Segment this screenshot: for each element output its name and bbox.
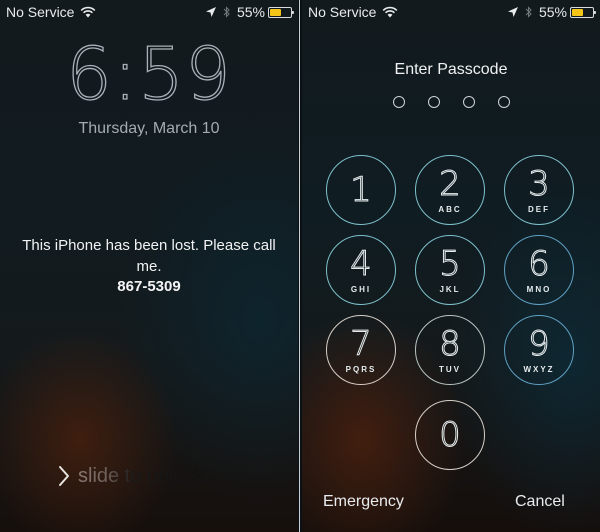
emergency-button[interactable]: Emergency (323, 493, 404, 511)
slide-to-unlock[interactable]: slide to unlock (58, 464, 205, 488)
wifi-icon (383, 6, 398, 18)
key-digit: 1 (350, 170, 373, 210)
key-2[interactable]: 2 ABC (415, 155, 485, 225)
location-arrow-icon (205, 7, 216, 17)
key-letters: DEF (528, 204, 550, 214)
bluetooth-icon (223, 6, 230, 18)
location-arrow-icon (507, 7, 518, 17)
lock-clock: 6:59 (66, 32, 232, 116)
battery-fill (270, 8, 281, 16)
cancel-button[interactable]: Cancel (515, 493, 565, 511)
passcode-dot (462, 96, 475, 108)
key-0[interactable]: 0 (415, 400, 485, 470)
status-bar: No Service 55% (302, 0, 600, 24)
lock-screen: No Service 55% 6:59 Thursday, March 10 T… (0, 0, 298, 532)
battery-fill (572, 8, 583, 16)
key-7[interactable]: 7 PQRS (326, 315, 396, 385)
passcode-dot (427, 96, 440, 108)
key-3[interactable]: 3 DEF (504, 155, 574, 225)
passcode-dot (392, 96, 405, 108)
bluetooth-icon (525, 6, 532, 18)
key-8[interactable]: 8 TUV (415, 315, 485, 385)
battery-percent: 55% (538, 4, 567, 20)
key-letters: TUV (439, 364, 461, 374)
key-4[interactable]: 4 GHI (326, 235, 396, 305)
key-5[interactable]: 5 JKL (415, 235, 485, 305)
key-digit: 8 (439, 323, 462, 364)
key-digit: 3 (528, 163, 551, 204)
lost-message: This iPhone has been lost. Please call m… (22, 237, 276, 275)
key-letters: MNO (526, 284, 552, 294)
passcode-screen: No Service 55% Enter Passcode 1 2 ABC 3 (302, 0, 600, 532)
carrier-label: No Service (6, 4, 75, 20)
status-bar: No Service 55% (0, 0, 298, 24)
passcode-title: Enter Passcode (394, 61, 508, 78)
key-1[interactable]: 1 (326, 155, 396, 225)
key-9[interactable]: 9 WXYZ (504, 315, 574, 385)
key-digit: 9 (528, 323, 551, 364)
battery-icon (268, 6, 294, 18)
chevron-right-icon (59, 466, 69, 486)
key-digit: 2 (439, 163, 462, 204)
key-digit: 7 (350, 323, 373, 364)
key-letters: WXYZ (523, 364, 555, 374)
key-digit: 6 (528, 243, 551, 284)
battery-icon (570, 6, 596, 18)
key-digit: 4 (350, 243, 373, 284)
key-letters: ABC (438, 204, 462, 214)
wifi-icon (81, 6, 96, 18)
battery-percent: 55% (236, 4, 265, 20)
lost-contact-number: 867-5309 (117, 278, 181, 295)
key-letters: JKL (439, 284, 461, 294)
slide-to-unlock-label: slide to unlock (78, 464, 205, 487)
key-6[interactable]: 6 MNO (504, 235, 574, 305)
passcode-dot (497, 96, 510, 108)
carrier-label: No Service (308, 4, 377, 20)
key-letters: PQRS (345, 364, 377, 374)
key-digit: 5 (439, 243, 462, 284)
key-digit: 0 (439, 415, 462, 455)
key-letters: GHI (350, 284, 372, 294)
passcode-dots (302, 96, 600, 108)
lock-date: Thursday, March 10 (78, 120, 220, 137)
